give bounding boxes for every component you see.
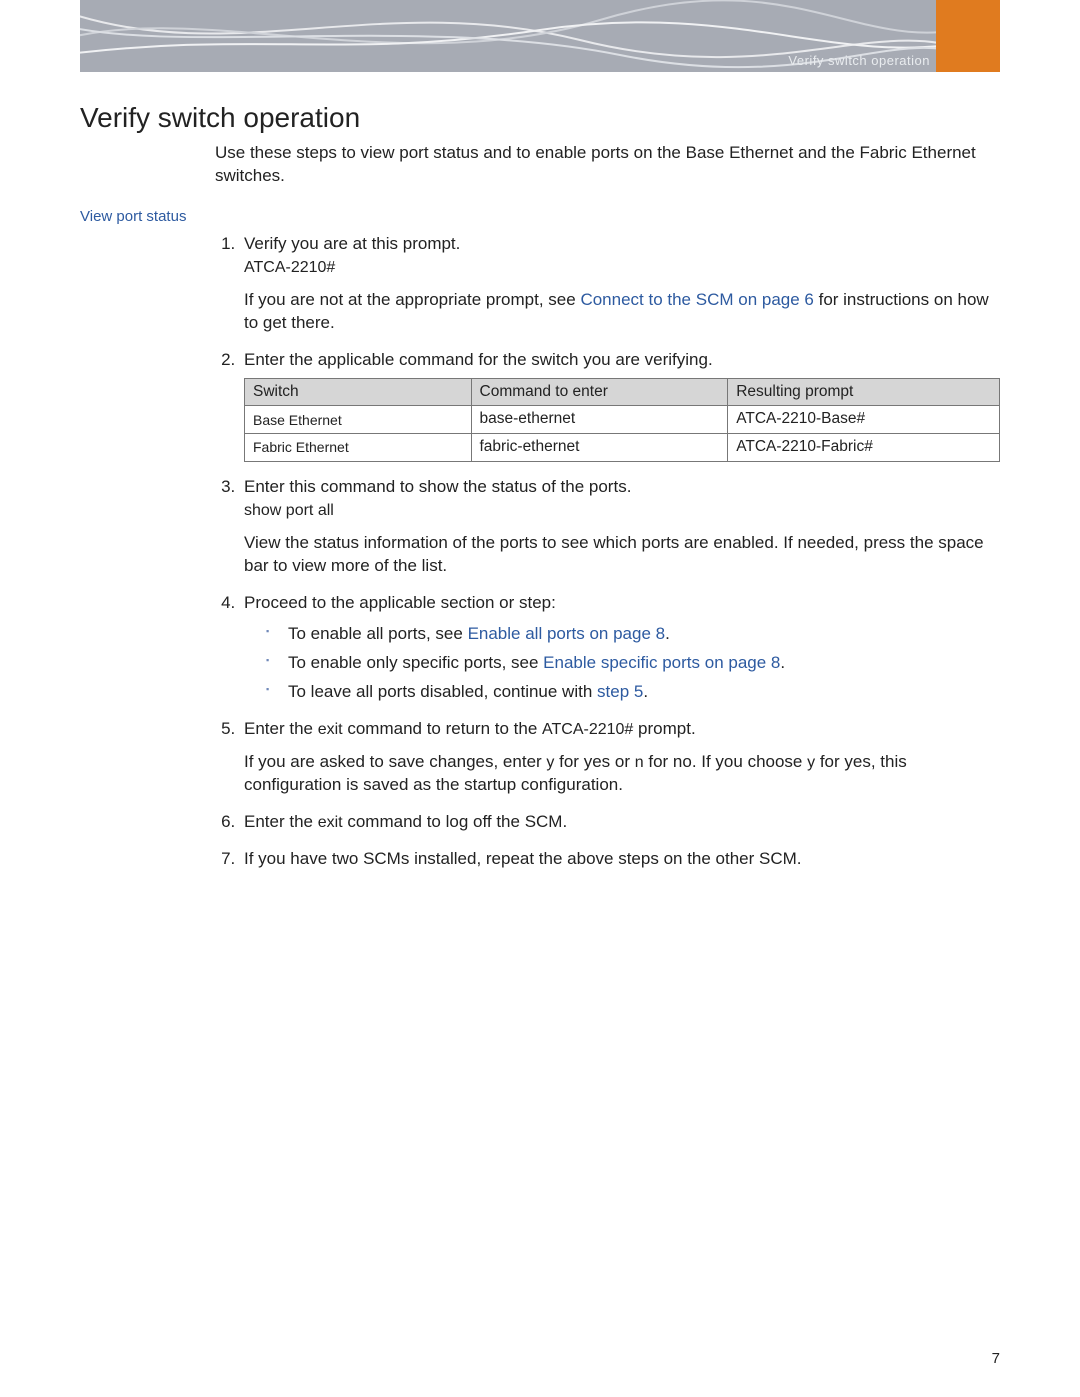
step-7: If you have two SCMs installed, repeat t… — [240, 848, 1000, 871]
steps-list: Verify you are at this prompt. ATCA-2210… — [215, 233, 1000, 871]
s5b-n: n — [635, 754, 644, 771]
step-3-text: Enter this command to show the status of… — [244, 477, 631, 496]
table-row: Fabric Ethernet fabric-ethernet ATCA-221… — [245, 434, 1000, 462]
s5-post: prompt. — [633, 719, 695, 738]
s5-mid: command to return to the — [343, 719, 542, 738]
step-5: Enter the exit command to return to the … — [240, 718, 1000, 797]
step-4-sublist: To enable all ports, see Enable all port… — [244, 623, 1000, 704]
cell-command: fabric-ethernet — [471, 434, 728, 462]
link-enable-specific-ports[interactable]: Enable specific ports on page 8 — [543, 653, 780, 672]
s6-pre: Enter the — [244, 812, 318, 831]
step-1-text: Verify you are at this prompt. — [244, 234, 460, 253]
page-title: Verify switch operation — [80, 102, 1000, 134]
sb1-post: . — [665, 624, 670, 643]
cell-command: base-ethernet — [471, 406, 728, 434]
step-3b-text: View the status information of the ports… — [244, 533, 984, 575]
step-6: Enter the exit command to log off the SC… — [240, 811, 1000, 834]
sub-bullet: To enable only specific ports, see Enabl… — [260, 652, 1000, 675]
banner-stripe: Verify switch operation — [80, 0, 1000, 72]
sb3-post: . — [643, 682, 648, 701]
step-1b-pre: If you are not at the appropriate prompt… — [244, 290, 580, 309]
s5-cmd: exit — [318, 721, 343, 738]
cell-switch: Base Ethernet — [245, 406, 472, 434]
s5b-pre: If you are asked to save changes, enter — [244, 752, 546, 771]
page: Verify switch operation Verify switch op… — [0, 0, 1080, 1397]
command-table: Switch Command to enter Resulting prompt… — [244, 378, 1000, 463]
th-switch: Switch — [245, 378, 472, 406]
sb2-pre: To enable only specific ports, see — [288, 653, 543, 672]
link-step-5[interactable]: step 5 — [597, 682, 643, 701]
s5-prompt: ATCA-2210# — [542, 721, 633, 738]
step-1: Verify you are at this prompt. ATCA-2210… — [240, 233, 1000, 335]
step-2-text: Enter the applicable command for the swi… — [244, 350, 713, 369]
step-2: Enter the applicable command for the swi… — [240, 349, 1000, 463]
sb2-post: . — [780, 653, 785, 672]
step-3-cmd: show port all — [244, 502, 334, 519]
link-enable-all-ports[interactable]: Enable all ports on page 8 — [468, 624, 666, 643]
banner-accent — [936, 0, 1000, 72]
s6-cmd: exit — [318, 814, 343, 831]
page-number: 7 — [992, 1350, 1000, 1367]
sb3-pre: To leave all ports disabled, continue wi… — [288, 682, 597, 701]
step-4: Proceed to the applicable section or ste… — [240, 592, 1000, 704]
sub-bullet: To leave all ports disabled, continue wi… — [260, 681, 1000, 704]
s5-pre: Enter the — [244, 719, 318, 738]
cell-prompt: ATCA-2210-Fabric# — [728, 434, 1000, 462]
table-row: Base Ethernet base-ethernet ATCA-2210-Ba… — [245, 406, 1000, 434]
sb1-pre: To enable all ports, see — [288, 624, 468, 643]
th-prompt: Resulting prompt — [728, 378, 1000, 406]
sub-bullet: To enable all ports, see Enable all port… — [260, 623, 1000, 646]
s5b-y2: y — [807, 754, 815, 771]
cell-switch: Fabric Ethernet — [245, 434, 472, 462]
table-header-row: Switch Command to enter Resulting prompt — [245, 378, 1000, 406]
s5b-mid2: for no. If you choose — [644, 752, 807, 771]
header-banner: Verify switch operation — [0, 0, 1080, 72]
step-7-text: If you have two SCMs installed, repeat t… — [244, 849, 802, 868]
step-4-text: Proceed to the applicable section or ste… — [244, 593, 556, 612]
step-1-prompt: ATCA-2210# — [244, 259, 335, 276]
link-connect-scm[interactable]: Connect to the SCM on page 6 — [580, 290, 813, 309]
cell-prompt: ATCA-2210-Base# — [728, 406, 1000, 434]
intro-paragraph: Use these steps to view port status and … — [215, 142, 1000, 188]
s5b-mid1: for yes or — [554, 752, 634, 771]
section-subhead: View port status — [80, 208, 1000, 225]
s6-post: command to log off the SCM. — [343, 812, 568, 831]
banner-caption: Verify switch operation — [788, 53, 930, 68]
th-command: Command to enter — [471, 378, 728, 406]
step-3: Enter this command to show the status of… — [240, 476, 1000, 578]
